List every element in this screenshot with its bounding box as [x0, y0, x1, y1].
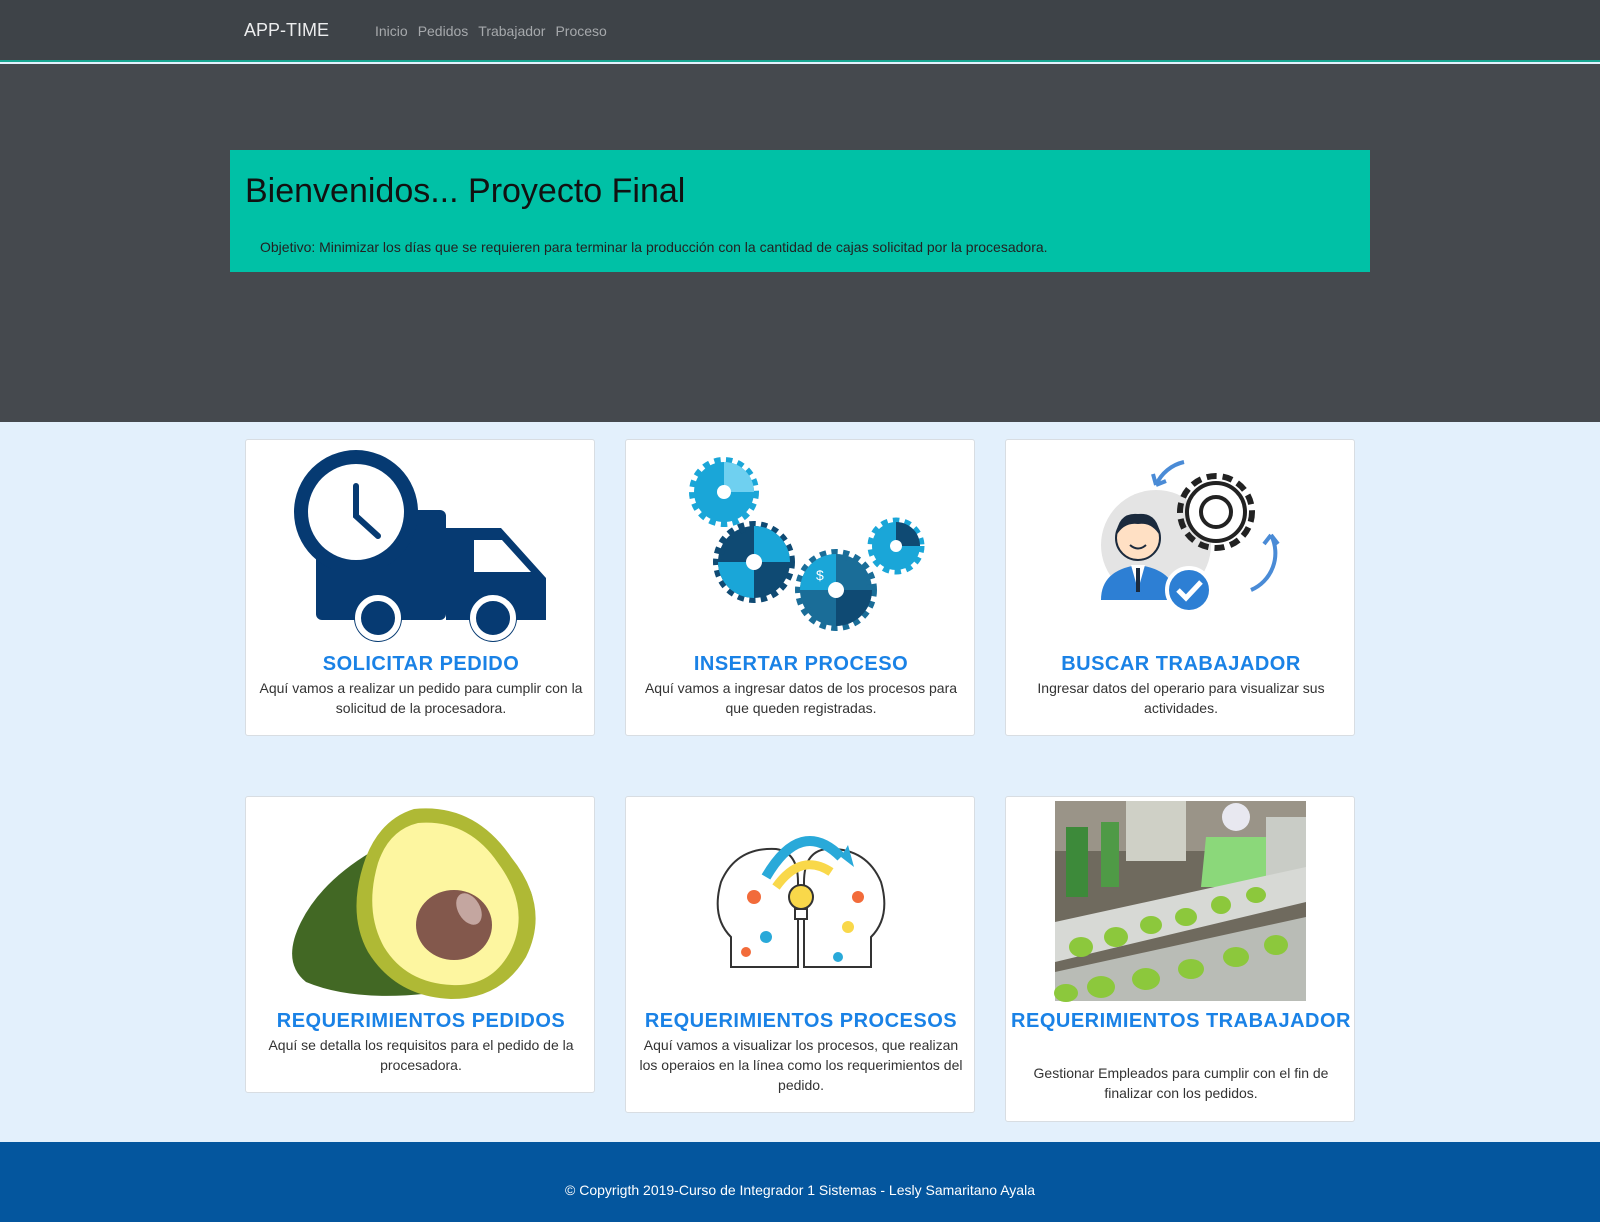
footer: © Copyrigth 2019-Curso de Integrador 1 S…: [0, 1142, 1600, 1222]
process-gears-icon: $: [689, 457, 925, 631]
card-text: Aquí vamos a visualizar los procesos, qu…: [639, 1037, 963, 1093]
nav-links: Inicio Pedidos Trabajador Proceso: [375, 23, 617, 39]
card-insertar-proceso[interactable]: $ INSERTAR PROCESO Aquí vamos a ingresar…: [625, 439, 975, 736]
card-requerimientos-trabajador[interactable]: REQUERIMIENTOS TRABAJADOR Gestionar Empl…: [1005, 796, 1355, 1122]
copyright-text: © Copyrigth 2019-Curso de Integrador 1 S…: [565, 1182, 1035, 1198]
delivery-truck-clock-icon: [294, 450, 546, 642]
card-text: Ingresar datos del operario para visuali…: [1037, 680, 1325, 716]
card-title[interactable]: REQUERIMIENTOS TRABAJADOR: [1006, 1007, 1356, 1035]
card-requerimientos-procesos[interactable]: REQUERIMIENTOS PROCESOS Aquí vamos a vis…: [625, 796, 975, 1113]
navbar: APP-TIME Inicio Pedidos Trabajador Proce…: [0, 0, 1600, 62]
avocado-icon: [292, 808, 536, 999]
card-title[interactable]: INSERTAR PROCESO: [626, 650, 976, 678]
card-solicitar-pedido[interactable]: SOLICITAR PEDIDO Aquí vamos a realizar u…: [245, 439, 595, 736]
hero-section: Bienvenidos... Proyecto Final Objetivo: …: [0, 64, 1600, 422]
brand-logo[interactable]: APP-TIME: [244, 20, 329, 41]
nav-link-proceso[interactable]: Proceso: [555, 23, 606, 39]
card-text: Aquí se detalla los requisitos para el p…: [268, 1037, 574, 1073]
card-requerimientos-pedidos[interactable]: REQUERIMIENTOS PEDIDOS Aquí se detalla l…: [245, 796, 595, 1093]
worker-gear-check-icon: [1101, 460, 1280, 614]
avocado-line-photo: [1054, 801, 1306, 1002]
card-title[interactable]: SOLICITAR PEDIDO: [246, 650, 596, 678]
objective-text: Objetivo: Minimizar los días que se requ…: [260, 239, 1048, 255]
nav-link-trabajador[interactable]: Trabajador: [478, 23, 545, 39]
nav-link-pedidos[interactable]: Pedidos: [418, 23, 469, 39]
card-title[interactable]: BUSCAR TRABAJADOR: [1006, 650, 1356, 678]
svg-text:$: $: [816, 567, 824, 583]
nav-link-inicio[interactable]: Inicio: [375, 23, 408, 39]
card-text: Gestionar Empleados para cumplir con el …: [1033, 1065, 1329, 1101]
card-text: Aquí vamos a ingresar datos de los proce…: [644, 680, 958, 716]
card-title[interactable]: REQUERIMIENTOS PEDIDOS: [246, 1007, 596, 1035]
page-title: Bienvenidos... Proyecto Final: [245, 172, 686, 210]
jumbotron: Bienvenidos... Proyecto Final Objetivo: …: [230, 150, 1370, 272]
card-title[interactable]: REQUERIMIENTOS PROCESOS: [626, 1007, 976, 1035]
cards-section: SOLICITAR PEDIDO Aquí vamos a realizar u…: [0, 422, 1600, 1142]
card-text: Aquí vamos a realizar un pedido para cum…: [259, 680, 583, 716]
card-buscar-trabajador[interactable]: BUSCAR TRABAJADOR Ingresar datos del ope…: [1005, 439, 1355, 736]
idea-heads-icon: [716, 836, 886, 968]
